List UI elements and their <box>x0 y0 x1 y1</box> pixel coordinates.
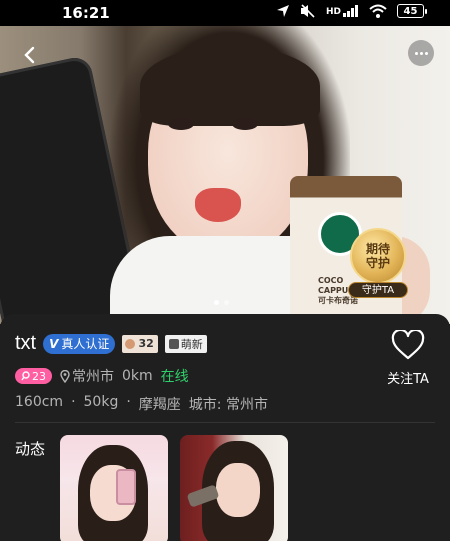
guard-medal-icon: 期待 守护 <box>350 228 406 284</box>
thumb-phone <box>116 469 136 505</box>
level-badge[interactable]: 32 <box>122 334 158 353</box>
photo-eye-right <box>232 118 258 130</box>
level-value: 32 <box>138 337 154 350</box>
battery-icon: 45 <box>397 4 427 18</box>
location-pin-icon <box>60 369 70 383</box>
verified-label: 真人认证 <box>61 337 110 351</box>
mood-badge[interactable]: 萌新 <box>164 334 207 353</box>
separator: · <box>71 394 76 410</box>
separator: · <box>126 394 131 410</box>
age-badge: 23 <box>15 368 52 384</box>
wifi-icon <box>369 4 387 18</box>
user-name: txt <box>15 332 37 354</box>
page-dot <box>224 300 229 305</box>
back-button[interactable] <box>14 40 44 70</box>
more-dot-icon <box>414 51 418 55</box>
guard-line2: 守护 <box>365 256 390 270</box>
height: 160cm <box>15 394 64 410</box>
more-dot-icon <box>424 51 428 55</box>
divider <box>15 422 435 423</box>
more-button[interactable] <box>408 40 434 66</box>
moment-thumbnail[interactable] <box>180 435 288 541</box>
city-field: 城市: 常州市 <box>188 397 268 413</box>
level-icon <box>125 338 136 349</box>
status-icons: HD 45 <box>276 4 427 18</box>
moments-label: 动态 <box>15 440 46 458</box>
status-bar: 16:21 HD 45 <box>0 0 450 26</box>
female-icon <box>21 371 30 381</box>
photo-eye-left <box>168 118 194 130</box>
guard-line1: 期待 <box>365 242 390 256</box>
guard-label: 守护TA <box>348 282 408 298</box>
back-arrow-icon <box>24 46 35 64</box>
moment-thumbnail[interactable] <box>60 435 168 541</box>
location-row: 23 常州市 0km 在线 <box>15 366 189 386</box>
location-icon <box>276 5 289 17</box>
heart-icon <box>391 330 425 360</box>
mute-icon <box>300 4 315 18</box>
name-row: txt V 真人认证 32 萌新 <box>15 332 207 355</box>
location: 常州市 <box>60 366 114 386</box>
attributes-row: 160cm · 50kg · 摩羯座 城市: 常州市 <box>15 394 268 414</box>
thumb-face <box>216 463 260 517</box>
signal-icon: HD <box>326 5 359 17</box>
photo-mouth <box>195 188 241 222</box>
city: 常州市 <box>72 369 114 385</box>
profile-info-panel: txt V 真人认证 32 萌新 23 常州市 0km 在线 160cm · 5… <box>0 314 450 541</box>
follow-button[interactable]: 关注TA <box>382 330 434 387</box>
zodiac: 摩羯座 <box>138 397 181 413</box>
guard-badge[interactable]: 期待 守护 守护TA <box>346 228 410 300</box>
page-dot-active <box>214 300 219 305</box>
age-value: 23 <box>32 369 46 383</box>
network-type: HD <box>325 7 341 17</box>
verified-v-icon: V <box>49 336 59 351</box>
weight: 50kg <box>83 394 119 410</box>
distance: 0km <box>122 368 153 384</box>
page-indicator <box>214 300 229 305</box>
battery-level: 45 <box>403 5 418 17</box>
verified-badge[interactable]: V 真人认证 <box>43 333 116 354</box>
more-dot-icon <box>419 51 423 55</box>
status-time: 16:21 <box>62 4 110 22</box>
follow-label: 关注TA <box>387 372 429 387</box>
online-status: 在线 <box>160 369 189 385</box>
photo-bangs <box>140 46 320 126</box>
mood-icon <box>168 338 179 349</box>
mood-value: 萌新 <box>180 337 203 351</box>
